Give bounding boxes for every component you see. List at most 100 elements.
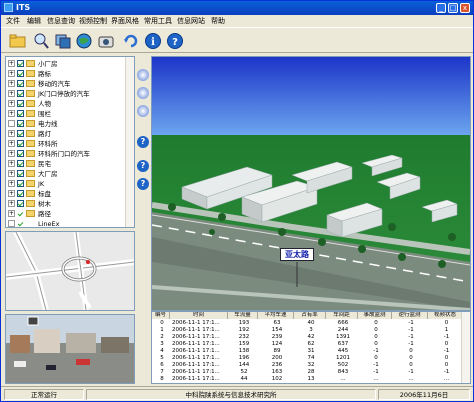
refresh-icon[interactable]: [122, 32, 140, 50]
table-cell: 2006-11-1 17:1...: [172, 334, 220, 340]
expand-toggle[interactable]: +: [8, 150, 15, 157]
table-cell: -1: [408, 341, 414, 347]
header-cell[interactable]: 车流量: [228, 312, 258, 319]
expand-toggle[interactable]: +: [8, 110, 15, 117]
close-button[interactable]: x: [460, 3, 470, 13]
folder-icon: [26, 190, 35, 197]
expand-toggle[interactable]: +: [8, 70, 15, 77]
help-icon[interactable]: ?: [137, 178, 149, 190]
menu-file[interactable]: 文件: [6, 15, 20, 27]
folder-icon: [26, 140, 35, 147]
table-cell: ...: [340, 376, 346, 382]
expand-toggle[interactable]: +: [8, 210, 15, 217]
table-cell: 196: [238, 355, 250, 361]
layer-checkbox[interactable]: [17, 140, 24, 147]
table-cell: 124: [271, 341, 283, 347]
layer-icon[interactable]: [54, 32, 72, 50]
table-cell: 159: [238, 341, 250, 347]
expand-toggle[interactable]: +: [8, 160, 15, 167]
expand-toggle[interactable]: +: [8, 130, 15, 137]
folder-icon: [26, 70, 35, 77]
traffic-data-table: 编号 时间 车流量 平均车速 占有率 车间距 事故监测 逆行监测 视频状态 0 2…: [151, 311, 471, 384]
expand-toggle[interactable]: [8, 120, 15, 127]
folder-open-icon[interactable]: [9, 32, 27, 50]
table-cell: 666: [337, 320, 349, 326]
header-cell[interactable]: 事故监测: [358, 312, 392, 319]
layer-checkbox[interactable]: [17, 110, 24, 117]
expand-toggle[interactable]: +: [8, 80, 15, 87]
maximize-button[interactable]: □: [448, 3, 458, 13]
tree-item-label: 移动的汽车: [38, 80, 71, 88]
mini-map[interactable]: [5, 231, 135, 311]
window-title: ITS: [16, 3, 31, 12]
menu-help[interactable]: 帮助: [211, 15, 225, 27]
table-cell: 2006-11-1 17:1...: [172, 320, 220, 326]
tree-item-label: 标盘: [38, 190, 51, 198]
layer-checkbox[interactable]: [17, 180, 24, 187]
expand-toggle[interactable]: +: [8, 100, 15, 107]
camera-icon[interactable]: [97, 32, 115, 50]
layer-checkbox[interactable]: [17, 190, 24, 197]
layer-checkbox[interactable]: [17, 170, 24, 177]
table-cell: 2006-11-1 17:1...: [172, 362, 220, 368]
table-cell: 244: [337, 327, 349, 333]
expand-toggle[interactable]: +: [8, 60, 15, 67]
rotate-nav-icon[interactable]: [137, 105, 149, 117]
globe-icon[interactable]: [75, 32, 93, 50]
title-bar[interactable]: ITS _ □ x: [1, 1, 473, 15]
layer-checkbox[interactable]: [17, 80, 24, 87]
expand-toggle[interactable]: +: [8, 190, 15, 197]
table-cell: -1: [373, 348, 379, 354]
help-icon[interactable]: ?: [137, 160, 149, 172]
layer-checkbox[interactable]: [17, 60, 24, 67]
layer-checkbox[interactable]: [17, 160, 24, 167]
menu-edit[interactable]: 编辑: [27, 15, 41, 27]
layer-checkbox[interactable]: [17, 150, 24, 157]
header-cell[interactable]: 占有率: [294, 312, 326, 319]
layer-checkbox[interactable]: [17, 200, 24, 207]
table-scrollbar[interactable]: [461, 312, 470, 383]
header-cell[interactable]: 平均车速: [258, 312, 294, 319]
header-cell[interactable]: 视频状态: [428, 312, 463, 319]
tree-item-label: 小厂房: [38, 60, 58, 68]
expand-toggle[interactable]: [8, 220, 15, 227]
globe-nav-icon[interactable]: [137, 69, 149, 81]
zoom-icon[interactable]: [32, 32, 50, 50]
video-feed[interactable]: [5, 314, 135, 384]
table-cell: 3: [160, 341, 164, 347]
header-cell[interactable]: 逆行监测: [392, 312, 428, 319]
tree-scrollbar[interactable]: [125, 57, 134, 227]
table-cell: 2006-11-1 17:1...: [172, 341, 220, 347]
layer-checkbox[interactable]: [17, 120, 24, 127]
menu-video-control[interactable]: 视频控制: [79, 15, 107, 27]
table-cell: -1: [443, 334, 450, 340]
info-icon[interactable]: i: [144, 32, 162, 50]
header-cell[interactable]: 时间: [170, 312, 228, 319]
layer-checkbox[interactable]: [17, 90, 24, 97]
layer-checkbox[interactable]: [17, 100, 24, 107]
menu-ui-style[interactable]: 界面风格: [111, 15, 139, 27]
help-icon[interactable]: ?: [166, 32, 184, 50]
header-cell[interactable]: 车间距: [326, 312, 358, 319]
folder-icon: [26, 160, 35, 167]
menu-info-query[interactable]: 信息查询: [47, 15, 75, 27]
table-cell: 0: [444, 320, 449, 326]
tree-item-label: 路标: [38, 70, 51, 78]
minimize-button[interactable]: _: [436, 3, 446, 13]
header-cell[interactable]: 编号: [152, 312, 170, 319]
expand-toggle[interactable]: +: [8, 200, 15, 207]
layer-checkbox[interactable]: [17, 70, 24, 77]
expand-toggle[interactable]: +: [8, 140, 15, 147]
menu-tools[interactable]: 常用工具: [144, 15, 172, 27]
table-cell: 239: [271, 334, 283, 340]
menu-info-site[interactable]: 信息网站: [177, 15, 205, 27]
help-icon[interactable]: ?: [137, 136, 149, 148]
expand-toggle[interactable]: +: [8, 180, 15, 187]
expand-toggle[interactable]: +: [8, 170, 15, 177]
3d-scene-view[interactable]: 亚太路: [151, 56, 471, 311]
layer-checkbox[interactable]: [17, 130, 24, 137]
table-cell: 1201: [336, 355, 350, 361]
expand-toggle[interactable]: +: [8, 90, 15, 97]
zoom-nav-icon[interactable]: [137, 87, 149, 99]
table-cell: 2006-11-1 17:1...: [172, 369, 220, 375]
